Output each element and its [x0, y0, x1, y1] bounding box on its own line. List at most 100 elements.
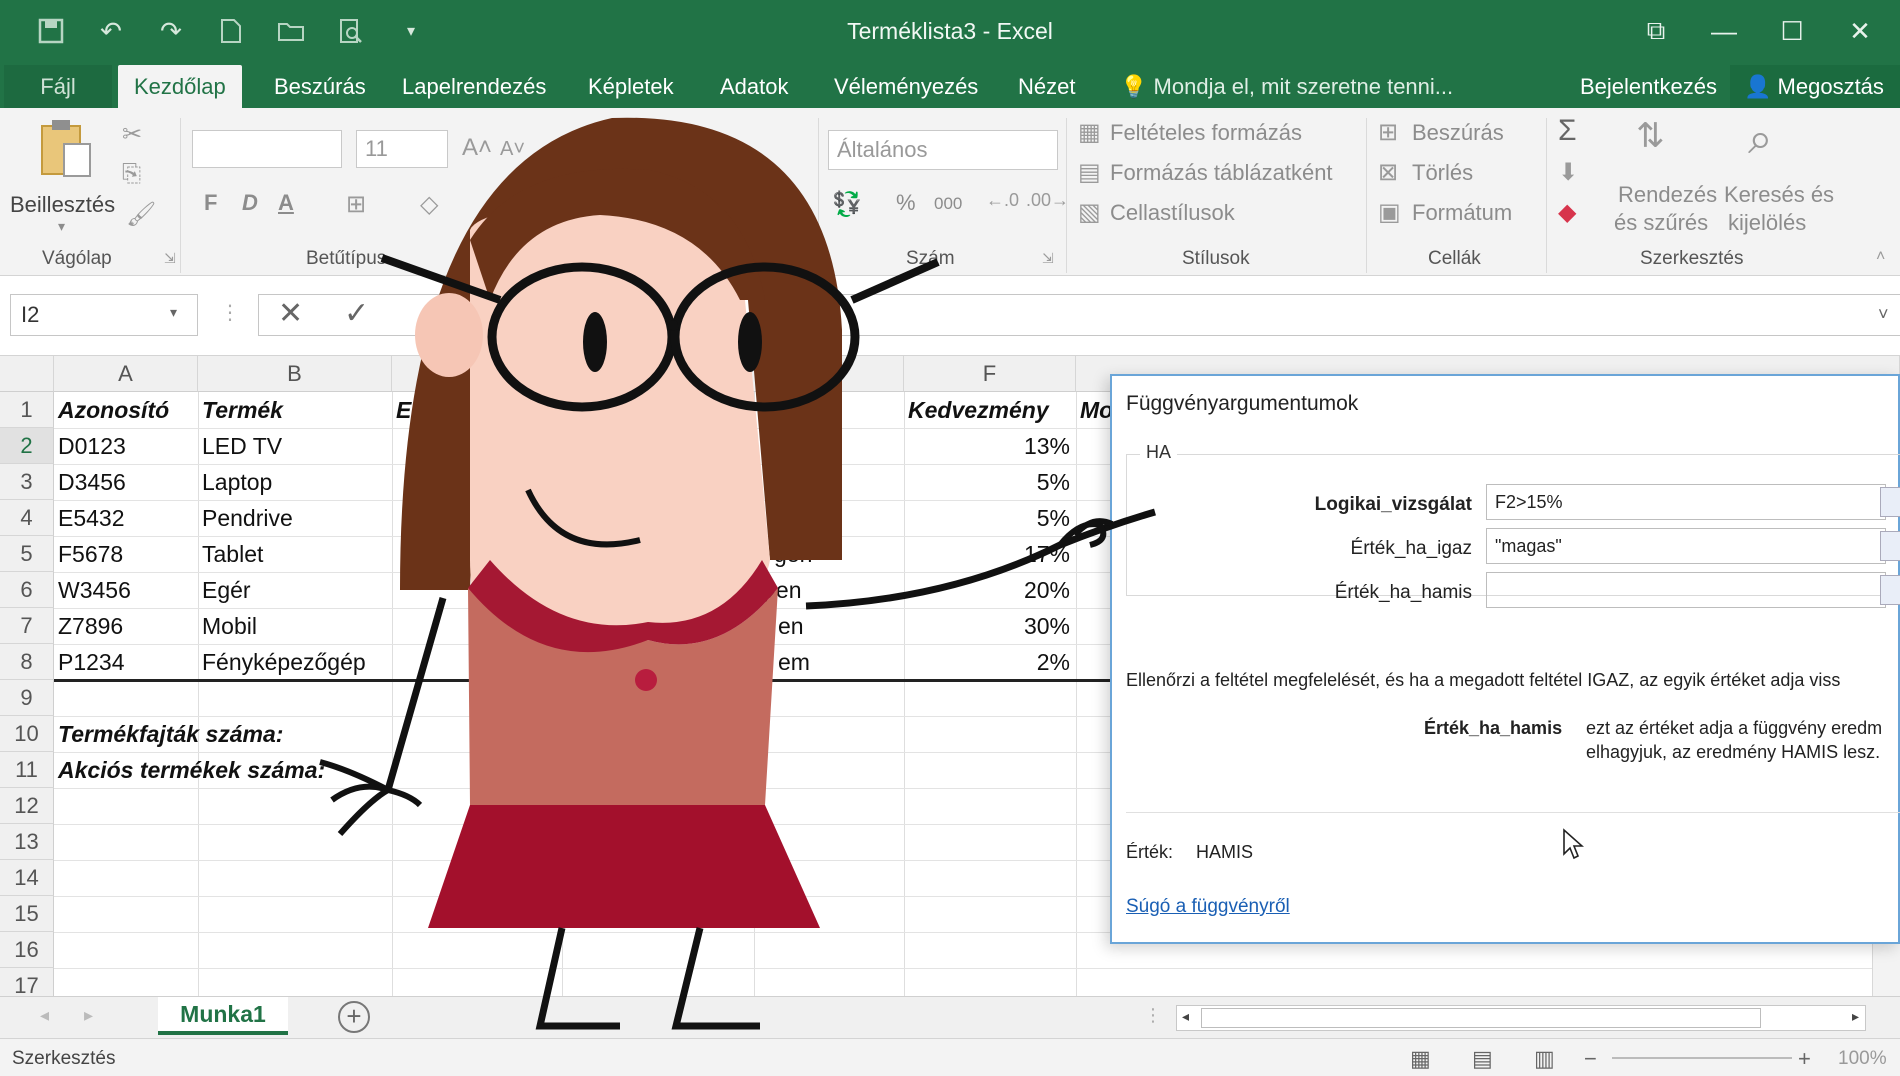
formula-input[interactable]: [258, 294, 1900, 336]
row-header-11[interactable]: 11: [0, 752, 54, 788]
cell-e7[interactable]: en: [774, 608, 804, 644]
sign-in-link[interactable]: Bejelentkezés: [1580, 65, 1717, 108]
accounting-format-icon[interactable]: 💱: [832, 190, 862, 219]
cell-a5[interactable]: F5678: [54, 536, 123, 572]
cell-c1[interactable]: Eg: [392, 392, 425, 428]
zoom-out-icon[interactable]: −: [1584, 1046, 1597, 1072]
normal-view-icon[interactable]: ▦: [1410, 1046, 1431, 1072]
collapse-dialog-icon[interactable]: [1880, 531, 1900, 561]
zoom-slider[interactable]: [1612, 1057, 1792, 1059]
cell-d7[interactable]: 2..3333: [610, 608, 691, 644]
ribbon-display-icon[interactable]: ⧉: [1626, 8, 1686, 54]
autosum-icon[interactable]: Σ: [1558, 114, 1577, 148]
scroll-left-icon[interactable]: ◂: [1182, 1008, 1189, 1025]
row-header-5[interactable]: 5: [0, 536, 54, 572]
format-as-table-button[interactable]: Formázás táblázatként: [1110, 160, 1333, 186]
cell-a1[interactable]: Azonosító: [54, 392, 169, 428]
cell-a3[interactable]: D3456: [54, 464, 126, 500]
bold-button[interactable]: F: [204, 190, 217, 216]
cell-e8[interactable]: em: [774, 644, 810, 680]
sort-filter-label-1[interactable]: Rendezés: [1618, 182, 1717, 208]
share-button[interactable]: 👤 Megosztás: [1730, 65, 1900, 108]
grow-font-icon[interactable]: A˄: [462, 134, 492, 162]
thousands-button[interactable]: 000: [934, 194, 962, 214]
next-sheet-icon[interactable]: ▸: [84, 1005, 93, 1026]
find-select-label-2[interactable]: kijelölés: [1728, 210, 1806, 236]
row-header-13[interactable]: 13: [0, 824, 54, 860]
scroll-thumb[interactable]: [1201, 1008, 1761, 1028]
number-format-box[interactable]: Általános: [828, 130, 1058, 170]
number-launcher-icon[interactable]: ⇲: [1042, 250, 1054, 267]
paste-button[interactable]: Beillesztés ▾: [10, 118, 115, 238]
tab-home[interactable]: Kezdőlap: [118, 65, 242, 108]
split-handle-icon[interactable]: ⋮: [1144, 1005, 1162, 1026]
minimize-icon[interactable]: —: [1694, 8, 1754, 54]
cell-styles-button[interactable]: Cellastílusok: [1110, 200, 1235, 226]
column-header-a[interactable]: A: [54, 356, 198, 392]
cell-f7[interactable]: 30%: [904, 608, 1076, 644]
cell-a11[interactable]: Akciós termékek száma:: [54, 752, 325, 788]
horizontal-scrollbar[interactable]: ◂ ▸: [1176, 1005, 1866, 1031]
shrink-font-icon[interactable]: A˅: [500, 138, 525, 161]
prev-sheet-icon[interactable]: ◂: [40, 1005, 49, 1026]
cell-b8[interactable]: Fényképezőgép: [198, 644, 366, 680]
tab-view[interactable]: Nézet: [1002, 65, 1091, 108]
cell-d6[interactable]: 33: [720, 572, 750, 608]
borders-icon[interactable]: ⊞: [346, 190, 366, 219]
cell-a4[interactable]: E5432: [54, 500, 125, 536]
row-header-7[interactable]: 7: [0, 608, 54, 644]
cell-b1[interactable]: Termék: [198, 392, 283, 428]
paste-dropdown-icon[interactable]: ▾: [58, 218, 65, 235]
close-icon[interactable]: ✕: [1830, 8, 1890, 54]
conditional-formatting-button[interactable]: Feltételes formázás: [1110, 120, 1302, 146]
format-cells-button[interactable]: Formátum: [1412, 200, 1512, 226]
clipboard-launcher-icon[interactable]: ⇲: [164, 250, 176, 267]
arg-input-value-if-false[interactable]: [1486, 572, 1886, 608]
decrease-decimal-icon[interactable]: .00→: [1026, 190, 1069, 211]
zoom-level[interactable]: 100%: [1838, 1048, 1887, 1070]
cell-e5[interactable]: gen: [770, 536, 812, 572]
arg-input-value-if-true[interactable]: "magas": [1486, 528, 1886, 564]
row-header-12[interactable]: 12: [0, 788, 54, 824]
help-link[interactable]: Súgó a függvényről: [1126, 896, 1290, 918]
cell-b4[interactable]: Pendrive: [198, 500, 293, 536]
collapse-dialog-icon[interactable]: [1880, 575, 1900, 605]
expand-formula-bar-icon[interactable]: ˅: [1878, 304, 1889, 325]
column-header-f[interactable]: F: [904, 356, 1076, 392]
scroll-right-icon[interactable]: ▸: [1852, 1008, 1859, 1025]
tab-page-layout[interactable]: Lapelrendezés: [386, 65, 562, 108]
collapse-ribbon-icon[interactable]: ˄: [1876, 248, 1885, 266]
cell-b6[interactable]: Egér: [198, 572, 251, 608]
row-header-17[interactable]: 17: [0, 968, 54, 996]
row-header-1[interactable]: 1: [0, 392, 54, 428]
insert-cells-button[interactable]: Beszúrás: [1412, 120, 1504, 146]
column-header-c-e[interactable]: [392, 356, 904, 392]
tab-insert[interactable]: Beszúrás: [258, 65, 382, 108]
fill-color-icon[interactable]: ◇: [420, 190, 438, 219]
collapse-dialog-icon[interactable]: [1880, 487, 1900, 517]
row-header-6[interactable]: 6: [0, 572, 54, 608]
add-sheet-icon[interactable]: +: [338, 1001, 370, 1033]
sheet-tab-munka1[interactable]: Munka1: [158, 997, 288, 1035]
row-header-14[interactable]: 14: [0, 860, 54, 896]
cell-a7[interactable]: Z7896: [54, 608, 123, 644]
name-box-dropdown-icon[interactable]: ▾: [170, 304, 177, 321]
zoom-in-icon[interactable]: +: [1798, 1046, 1811, 1072]
cell-f1[interactable]: Kedvezmény: [904, 392, 1076, 428]
fill-icon[interactable]: ⬇: [1558, 158, 1578, 187]
cell-a6[interactable]: W3456: [54, 572, 131, 608]
cell-f2[interactable]: 13%: [904, 428, 1076, 464]
copy-icon[interactable]: ⎘: [122, 160, 141, 188]
italic-button[interactable]: D: [242, 190, 258, 216]
cell-f6[interactable]: 20%: [904, 572, 1076, 608]
format-painter-icon[interactable]: 🖌: [126, 200, 156, 229]
cell-f5[interactable]: 17%: [904, 536, 1076, 572]
row-header-15[interactable]: 15: [0, 896, 54, 932]
cell-g1[interactable]: Mo: [1076, 392, 1113, 428]
increase-decimal-icon[interactable]: ←.0: [986, 190, 1019, 211]
select-all-corner[interactable]: [0, 356, 54, 392]
tab-data[interactable]: Adatok: [704, 65, 805, 108]
cell-b3[interactable]: Laptop: [198, 464, 272, 500]
row-header-10[interactable]: 10: [0, 716, 54, 752]
font-name-box[interactable]: [192, 130, 342, 168]
